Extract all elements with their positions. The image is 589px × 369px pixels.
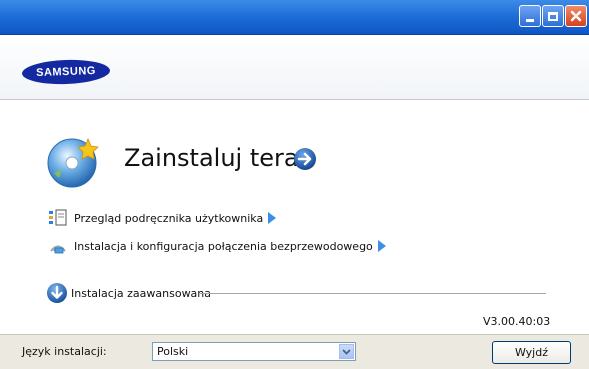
expand-down-icon xyxy=(47,283,67,303)
close-icon xyxy=(570,10,582,22)
user-guide-link[interactable]: Przegląd podręcznika użytkownika xyxy=(48,208,277,228)
manual-book-icon xyxy=(49,209,67,226)
wireless-setup-icon xyxy=(50,245,66,254)
title-bar xyxy=(0,0,589,35)
dropdown-button[interactable] xyxy=(339,344,354,359)
maximize-button[interactable] xyxy=(542,5,564,27)
exit-button[interactable]: Wyjdź xyxy=(492,341,571,364)
install-cd-icon[interactable] xyxy=(44,133,102,191)
play-arrow-icon xyxy=(268,212,277,224)
language-select[interactable]: Polski xyxy=(152,342,356,361)
divider-line xyxy=(200,293,546,294)
footer-bar: Język instalacji: Polski Wyjdź xyxy=(0,334,589,369)
wireless-setup-label: Instalacja i konfiguracja połączenia bez… xyxy=(74,239,373,253)
chevron-down-icon xyxy=(342,348,351,355)
version-text: V3.00.40:03 xyxy=(483,315,551,328)
arrow-right-circle-icon[interactable] xyxy=(293,147,317,171)
close-button[interactable] xyxy=(565,5,587,27)
language-selected-value: Polski xyxy=(157,345,189,358)
samsung-logo: SAMSUNG xyxy=(21,58,111,86)
language-label: Język instalacji: xyxy=(22,345,107,358)
minimize-icon xyxy=(526,18,534,22)
wireless-setup-link[interactable]: Instalacja i konfiguracja połączenia bez… xyxy=(48,236,386,256)
user-guide-label: Przegląd podręcznika użytkownika xyxy=(74,211,264,225)
advanced-install-link[interactable]: Instalacja zaawansowana xyxy=(46,282,211,304)
play-arrow-icon xyxy=(377,240,386,252)
minimize-button[interactable] xyxy=(519,5,541,27)
header-band: SAMSUNG xyxy=(0,35,589,100)
install-now-link[interactable]: Zainstaluj teraz xyxy=(124,144,311,172)
maximize-icon xyxy=(548,11,558,21)
advanced-install-label: Instalacja zaawansowana xyxy=(71,286,212,300)
